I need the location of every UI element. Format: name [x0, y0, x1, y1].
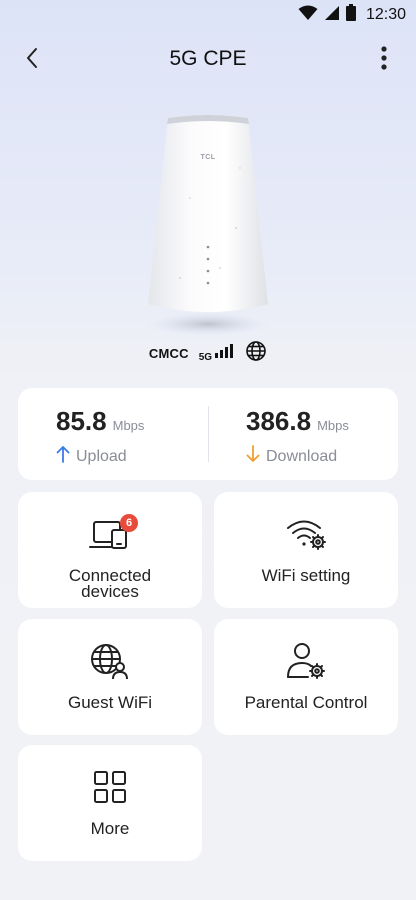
parental-control-label: Parental Control: [244, 693, 368, 712]
status-time: 12:30: [365, 6, 406, 23]
download-speed-value: 386.8: [246, 406, 312, 436]
wifi-settings-icon: [284, 514, 328, 554]
upload-speed-value: 85.8: [56, 406, 107, 436]
connected-devices-label: Connected devices: [18, 567, 202, 601]
more-label: More: [90, 819, 130, 838]
connected-devices-badge: 6: [120, 514, 138, 532]
more-tile[interactable]: More: [18, 745, 202, 861]
cellular-signal-icon: [324, 5, 340, 26]
device-image: TCL: [140, 108, 276, 340]
wifi-setting-tile[interactable]: WiFi setting: [214, 492, 398, 608]
download-speed-unit: Mbps: [317, 418, 349, 433]
status-bar: 12:30: [0, 0, 416, 30]
more-options-button[interactable]: [372, 45, 396, 75]
guest-wifi-label: Guest WiFi: [67, 693, 153, 712]
connected-devices-label-line2: devices: [81, 582, 139, 601]
page-title: 5G CPE: [169, 47, 247, 70]
parental-control-tile[interactable]: Parental Control: [214, 619, 398, 735]
parental-control-icon: [284, 641, 328, 681]
device-brand-logo: TCL: [200, 154, 216, 161]
battery-icon: [345, 4, 356, 26]
guest-wifi-tile[interactable]: Guest WiFi: [18, 619, 202, 735]
upload-label: Upload: [76, 447, 127, 465]
upload-speed: 85.8 Mbps Upload: [56, 406, 144, 468]
network-status-row: CMCC 5G: [0, 340, 416, 366]
globe-icon: [245, 340, 267, 367]
carrier-name: CMCC: [148, 345, 189, 361]
wifi-icon: [298, 5, 318, 26]
more-vertical-icon: [381, 45, 387, 75]
signal-indicator: 5G: [198, 343, 235, 363]
upload-speed-unit: Mbps: [112, 418, 145, 433]
cellular-signal-bars-icon: [215, 343, 235, 363]
upload-arrow-icon: [56, 445, 70, 468]
app-bar: 5G CPE: [0, 38, 416, 82]
grid-icon: [90, 767, 130, 807]
download-speed: 386.8 Mbps Download: [246, 406, 349, 468]
wifi-setting-label: WiFi setting: [261, 566, 351, 585]
speed-divider: [208, 406, 209, 462]
network-type: 5G: [198, 351, 213, 363]
download-label: Download: [266, 447, 338, 465]
guest-globe-icon: [88, 641, 132, 681]
speed-card: 85.8 Mbps Upload 386.8 Mbps Download: [18, 388, 398, 480]
download-arrow-icon: [246, 445, 260, 468]
connected-devices-tile[interactable]: 6 Connected devices: [18, 492, 202, 608]
